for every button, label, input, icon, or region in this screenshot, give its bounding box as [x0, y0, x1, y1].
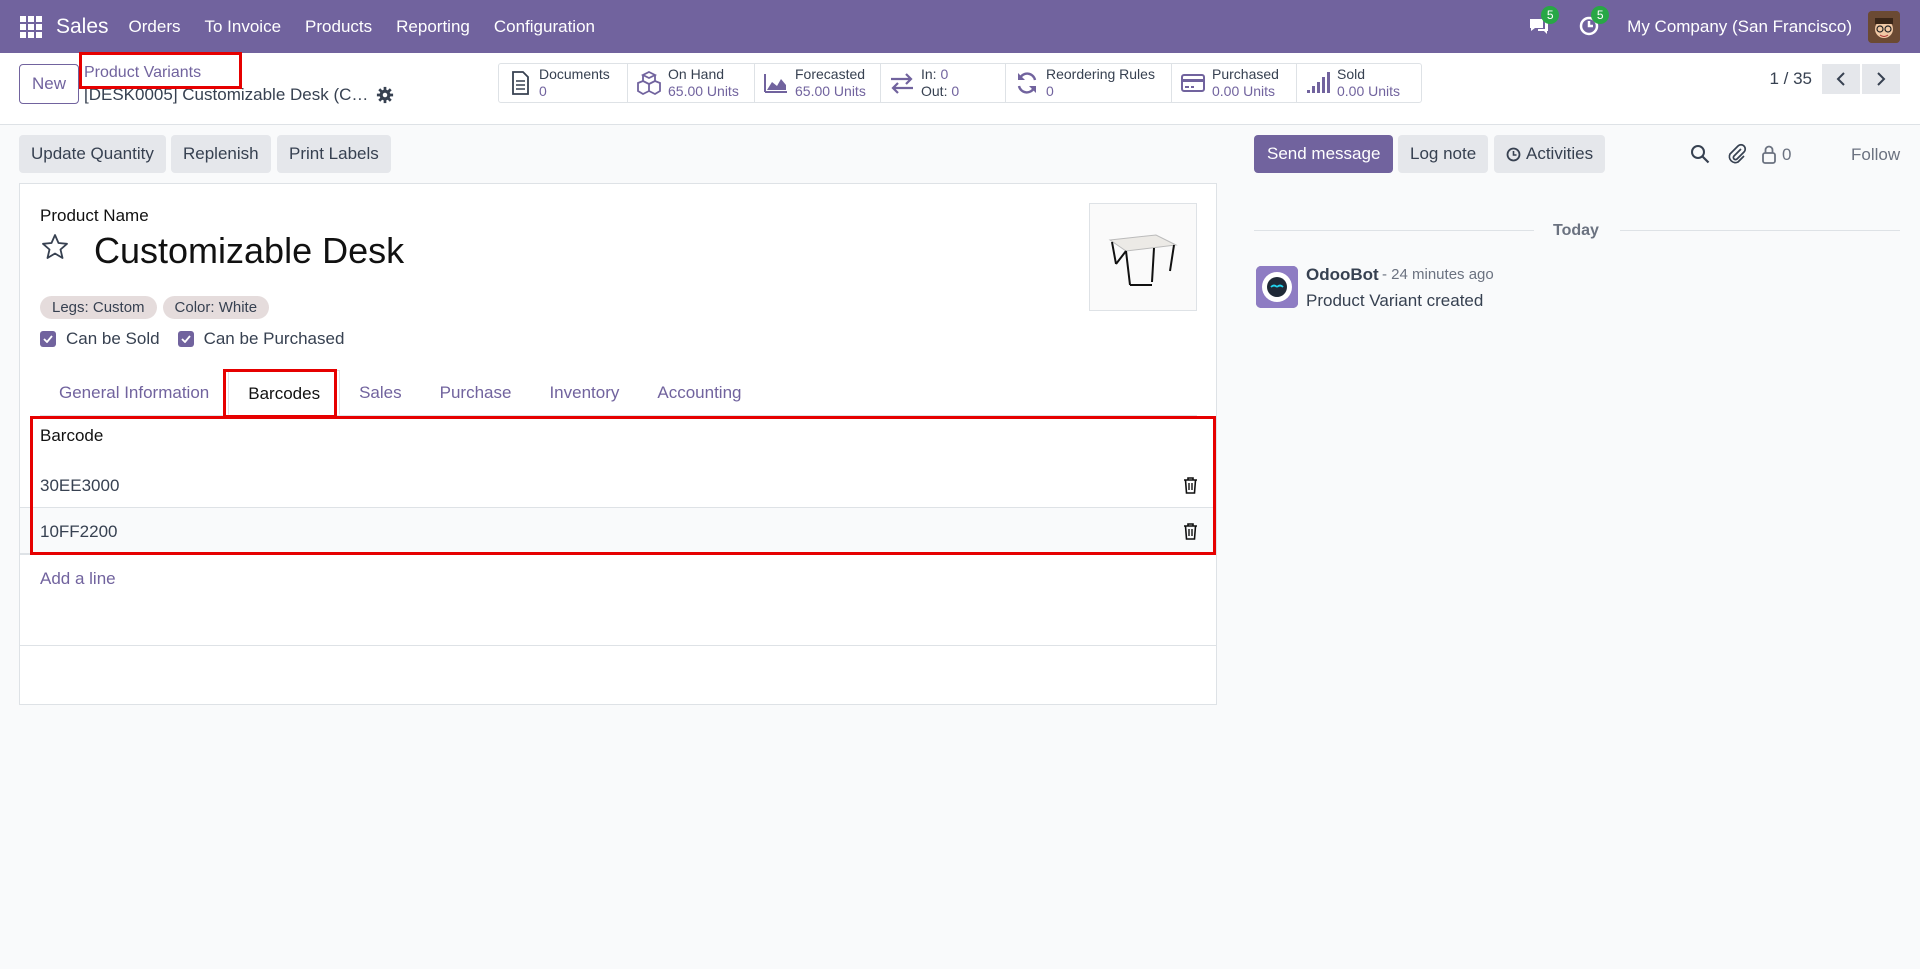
- message-time: - 24 minutes ago: [1382, 266, 1494, 283]
- paperclip-icon[interactable]: [1726, 143, 1748, 165]
- forecasted-title: Forecasted: [795, 66, 866, 82]
- tag-legs: Legs: Custom: [40, 296, 157, 319]
- out-title: Out:: [921, 83, 948, 99]
- nav-to-invoice[interactable]: To Invoice: [205, 17, 282, 37]
- forecasted-button[interactable]: Forecasted 65.00 Units: [755, 64, 881, 102]
- control-panel: New Product Variants [DESK0005] Customiz…: [0, 53, 1920, 125]
- date-separator: Today: [1553, 222, 1599, 239]
- gear-icon[interactable]: [376, 86, 394, 104]
- boxes-icon: [637, 70, 661, 96]
- notebook-tabs: General Information Barcodes Sales Purch…: [40, 370, 1197, 416]
- documents-button[interactable]: Documents 0: [499, 64, 628, 102]
- separator-line: [1620, 230, 1900, 231]
- sold-value: 0.00 Units: [1337, 83, 1401, 99]
- follow-button[interactable]: Follow: [1851, 145, 1900, 165]
- out-value: 0: [951, 83, 960, 99]
- send-message-button[interactable]: Send message: [1254, 135, 1394, 173]
- product-name-field[interactable]: Customizable Desk: [94, 230, 404, 272]
- smart-buttons: Documents 0 On Hand 65.00 Units Forecasted…: [498, 63, 1422, 103]
- update-quantity-button[interactable]: Update Quantity: [19, 135, 166, 173]
- product-image[interactable]: [1089, 203, 1197, 311]
- in-out-button[interactable]: In: 0 Out: 0: [881, 64, 1006, 102]
- top-navbar: Sales Orders To Invoice Products Reporti…: [0, 0, 1920, 53]
- activities-icon[interactable]: 5: [1577, 5, 1610, 40]
- print-labels-button[interactable]: Print Labels: [277, 135, 391, 173]
- on-hand-title: On Hand: [668, 66, 725, 82]
- reordering-rules-button[interactable]: Reordering Rules 0: [1006, 64, 1172, 102]
- purchased-button[interactable]: Purchased 0.00 Units: [1172, 64, 1297, 102]
- pager: 1 / 35: [1769, 64, 1900, 94]
- sold-title: Sold: [1337, 66, 1366, 82]
- search-icon[interactable]: [1689, 143, 1711, 165]
- message-body: Product Variant created: [1306, 291, 1484, 310]
- signal-icon: [1307, 72, 1330, 93]
- forecasted-value: 65.00 Units: [795, 83, 866, 99]
- tag-color: Color: White: [162, 296, 270, 319]
- tab-purchase[interactable]: Purchase: [421, 370, 531, 415]
- activities-button[interactable]: Activities: [1494, 135, 1606, 173]
- documents-value: 0: [539, 83, 547, 99]
- checkbox-group: Can be Sold Can be Purchased: [40, 329, 362, 349]
- on-hand-value: 65.00 Units: [668, 83, 739, 99]
- chevron-right-icon: [1877, 72, 1886, 86]
- activities-badge: 5: [1591, 5, 1610, 24]
- area-chart-icon: [764, 74, 787, 93]
- user-avatar[interactable]: [1868, 10, 1900, 43]
- messages-icon[interactable]: 5: [1527, 5, 1560, 40]
- tab-inventory[interactable]: Inventory: [530, 370, 638, 415]
- can-be-purchased-checkbox[interactable]: [177, 331, 194, 347]
- in-title: In:: [921, 66, 937, 82]
- sold-button[interactable]: Sold 0.00 Units: [1297, 64, 1421, 102]
- replenish-button[interactable]: Replenish: [171, 135, 271, 173]
- reordering-title: Reordering Rules: [1046, 66, 1155, 82]
- tab-general-information[interactable]: General Information: [40, 370, 228, 415]
- followers-count[interactable]: 0: [1782, 145, 1791, 165]
- apps-menu-icon[interactable]: [20, 15, 42, 38]
- activities-label: Activities: [1526, 144, 1594, 163]
- tab-accounting[interactable]: Accounting: [638, 370, 760, 415]
- pager-next-button[interactable]: [1862, 64, 1900, 94]
- separator-line: [1254, 230, 1534, 231]
- tab-sales[interactable]: Sales: [340, 370, 421, 415]
- new-button[interactable]: New: [19, 64, 79, 104]
- empty-row: [20, 601, 1216, 646]
- documents-title: Documents: [539, 66, 610, 82]
- message-author[interactable]: OdooBot: [1306, 265, 1379, 285]
- highlight-breadcrumb: [79, 52, 242, 89]
- variant-tags: Legs: Custom Color: White: [40, 296, 275, 319]
- odoobot-avatar[interactable]: [1256, 266, 1298, 308]
- refresh-icon: [1017, 72, 1037, 94]
- product-name-label: Product Name: [40, 206, 149, 225]
- nav-orders[interactable]: Orders: [129, 17, 181, 37]
- document-icon: [512, 71, 529, 95]
- reordering-value: 0: [1046, 83, 1054, 99]
- on-hand-button[interactable]: On Hand 65.00 Units: [628, 64, 755, 102]
- add-a-line-link[interactable]: Add a line: [40, 569, 116, 589]
- nav-products[interactable]: Products: [305, 17, 372, 37]
- can-be-purchased-label: Can be Purchased: [203, 329, 345, 348]
- log-note-button[interactable]: Log note: [1398, 135, 1489, 173]
- can-be-sold-checkbox[interactable]: [40, 331, 56, 347]
- pager-previous-button[interactable]: [1822, 64, 1860, 94]
- clock-icon: [1506, 147, 1521, 162]
- nav-reporting[interactable]: Reporting: [396, 17, 470, 37]
- favorite-star-icon[interactable]: [40, 232, 70, 262]
- exchange-icon: [891, 73, 913, 94]
- highlight-barcode-table: [30, 416, 1216, 555]
- in-value: 0: [940, 66, 949, 82]
- company-switcher[interactable]: My Company (San Francisco): [1627, 17, 1852, 37]
- highlight-barcodes-tab: [223, 369, 337, 418]
- credit-card-icon: [1181, 74, 1205, 92]
- lock-icon[interactable]: [1761, 143, 1777, 165]
- app-brand[interactable]: Sales: [56, 15, 109, 39]
- pager-value[interactable]: 1 / 35: [1769, 69, 1812, 89]
- chevron-left-icon: [1836, 72, 1845, 86]
- purchased-value: 0.00 Units: [1212, 83, 1276, 99]
- nav-configuration[interactable]: Configuration: [494, 17, 595, 37]
- messages-badge: 5: [1541, 5, 1560, 24]
- can-be-sold-label: Can be Sold: [66, 329, 160, 348]
- purchased-title: Purchased: [1212, 66, 1279, 82]
